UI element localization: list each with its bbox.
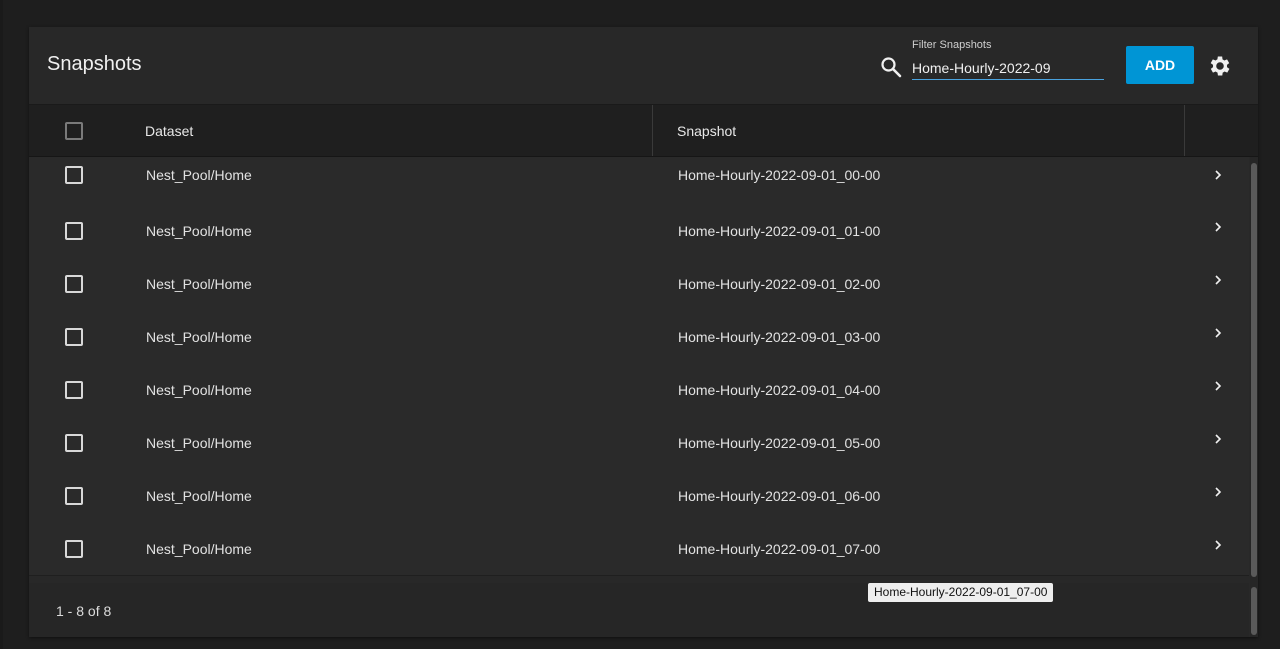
snapshots-card: Snapshots Filter Snapshots ADD Dataset S… — [29, 27, 1258, 637]
snapshot-cell: Home-Hourly-2022-09-01_00-00 — [678, 167, 881, 183]
snapshot-cell: Home-Hourly-2022-09-01_05-00 — [678, 435, 881, 451]
add-button[interactable]: ADD — [1126, 46, 1194, 84]
table-footer: 1 - 8 of 8 — [29, 583, 1249, 637]
row-checkbox[interactable] — [65, 275, 83, 293]
filter-field: Filter Snapshots — [912, 39, 1104, 83]
column-header-dataset[interactable]: Dataset — [145, 123, 193, 139]
select-all-checkbox[interactable] — [65, 122, 83, 140]
footer-scrollbar-thumb[interactable] — [1251, 587, 1257, 635]
snapshot-cell: Home-Hourly-2022-09-01_01-00 — [678, 223, 881, 239]
dataset-cell: Nest_Pool/Home — [146, 329, 252, 345]
chevron-right-icon[interactable] — [1212, 433, 1224, 445]
row-checkbox[interactable] — [65, 540, 83, 558]
dataset-cell: Nest_Pool/Home — [146, 541, 252, 557]
snapshot-cell: Home-Hourly-2022-09-01_07-00 — [678, 541, 881, 557]
table-row[interactable]: Nest_Pool/Home Home-Hourly-2022-09-01_03… — [29, 310, 1249, 364]
table-row[interactable]: Nest_Pool/Home Home-Hourly-2022-09-01_01… — [29, 204, 1249, 258]
tooltip: Home-Hourly-2022-09-01_07-00 — [868, 583, 1054, 602]
row-checkbox[interactable] — [65, 381, 83, 399]
table-row[interactable]: Nest_Pool/Home Home-Hourly-2022-09-01_02… — [29, 257, 1249, 311]
scrollbar-thumb[interactable] — [1251, 163, 1257, 577]
page-title: Snapshots — [47, 53, 142, 75]
row-checkbox[interactable] — [65, 434, 83, 452]
chevron-right-icon[interactable] — [1212, 327, 1224, 339]
dataset-cell: Nest_Pool/Home — [146, 167, 252, 183]
chevron-right-icon[interactable] — [1212, 169, 1224, 181]
gear-icon[interactable] — [1207, 53, 1233, 79]
dataset-cell: Nest_Pool/Home — [146, 488, 252, 504]
table-row[interactable]: Nest_Pool/Home Home-Hourly-2022-09-01_00… — [29, 157, 1249, 211]
chevron-right-icon[interactable] — [1212, 486, 1224, 498]
pagination-range: 1 - 8 of 8 — [56, 603, 112, 619]
card-header: Snapshots Filter Snapshots ADD — [29, 27, 1258, 105]
row-checkbox[interactable] — [65, 166, 83, 184]
dataset-cell: Nest_Pool/Home — [146, 223, 252, 239]
table-row[interactable]: Nest_Pool/Home Home-Hourly-2022-09-01_04… — [29, 363, 1249, 417]
left-edge — [0, 0, 3, 649]
snapshot-cell: Home-Hourly-2022-09-01_06-00 — [678, 488, 881, 504]
column-divider — [652, 105, 653, 156]
filter-label: Filter Snapshots — [912, 39, 992, 51]
chevron-right-icon[interactable] — [1212, 221, 1224, 233]
chevron-right-icon[interactable] — [1212, 274, 1224, 286]
row-checkbox[interactable] — [65, 328, 83, 346]
column-divider — [1184, 105, 1185, 156]
chevron-right-icon[interactable] — [1212, 539, 1224, 551]
chevron-right-icon[interactable] — [1212, 380, 1224, 392]
table-row[interactable]: Nest_Pool/Home Home-Hourly-2022-09-01_07… — [29, 522, 1249, 576]
row-checkbox[interactable] — [65, 487, 83, 505]
dataset-cell: Nest_Pool/Home — [146, 435, 252, 451]
table-row[interactable]: Nest_Pool/Home Home-Hourly-2022-09-01_05… — [29, 416, 1249, 470]
table-header: Dataset Snapshot — [29, 105, 1258, 157]
dataset-cell: Nest_Pool/Home — [146, 276, 252, 292]
column-header-snapshot[interactable]: Snapshot — [677, 123, 736, 139]
snapshot-cell: Home-Hourly-2022-09-01_04-00 — [678, 382, 881, 398]
row-checkbox[interactable] — [65, 222, 83, 240]
snapshot-cell: Home-Hourly-2022-09-01_02-00 — [678, 276, 881, 292]
search-icon[interactable] — [879, 55, 903, 79]
table-row[interactable]: Nest_Pool/Home Home-Hourly-2022-09-01_06… — [29, 469, 1249, 523]
page: Snapshots Filter Snapshots ADD Dataset S… — [0, 0, 1280, 649]
snapshot-cell: Home-Hourly-2022-09-01_03-00 — [678, 329, 881, 345]
filter-input[interactable] — [912, 57, 1104, 80]
table-body: Nest_Pool/Home Home-Hourly-2022-09-01_00… — [29, 157, 1249, 577]
dataset-cell: Nest_Pool/Home — [146, 382, 252, 398]
